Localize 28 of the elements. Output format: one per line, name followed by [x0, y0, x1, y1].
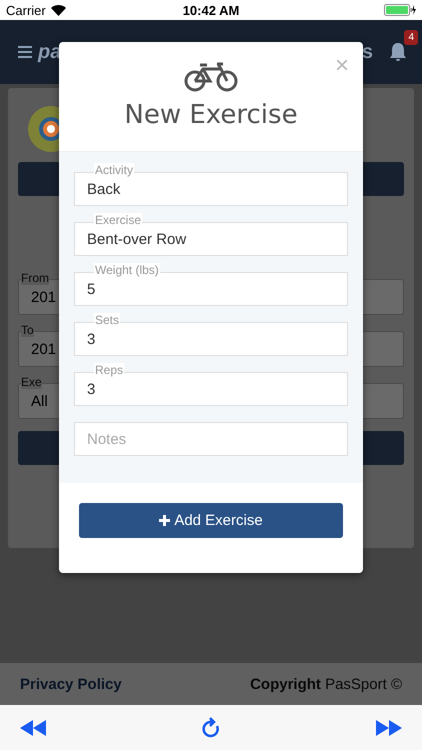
fast-forward-button[interactable] [376, 720, 402, 736]
rewind-button[interactable] [20, 720, 46, 736]
field-label: Sets [94, 313, 120, 327]
field-label: Exe [21, 375, 42, 389]
field-label: To [21, 323, 34, 337]
field-value: 201 [31, 288, 56, 306]
field-label: Reps [94, 363, 124, 377]
field-label: From [21, 271, 49, 285]
bell-icon[interactable] [388, 42, 408, 62]
reload-button[interactable] [201, 716, 221, 738]
clock-time: 10:42 AM [182, 2, 240, 18]
input-field[interactable]: Notes [74, 422, 348, 456]
field-label: Activity [94, 163, 134, 177]
carrier-name: Carrier [6, 2, 46, 18]
field-value: All [31, 392, 48, 410]
add-exercise-button[interactable]: Add Exercise [79, 503, 343, 538]
menu-icon[interactable] [18, 46, 32, 58]
modal-title: New Exercise [124, 100, 298, 130]
wifi-icon [50, 4, 66, 16]
bicycle-icon [184, 62, 238, 92]
field-label: Exercise [94, 213, 142, 227]
copyright-text: Copyright PasSport © [250, 676, 402, 692]
plus-icon [159, 515, 170, 526]
header-title: s [362, 40, 373, 64]
battery-icon [384, 4, 416, 16]
field-label: Weight (lbs) [94, 263, 160, 277]
field-value: 201 [31, 340, 56, 358]
notification-badge: 4 [404, 30, 418, 45]
